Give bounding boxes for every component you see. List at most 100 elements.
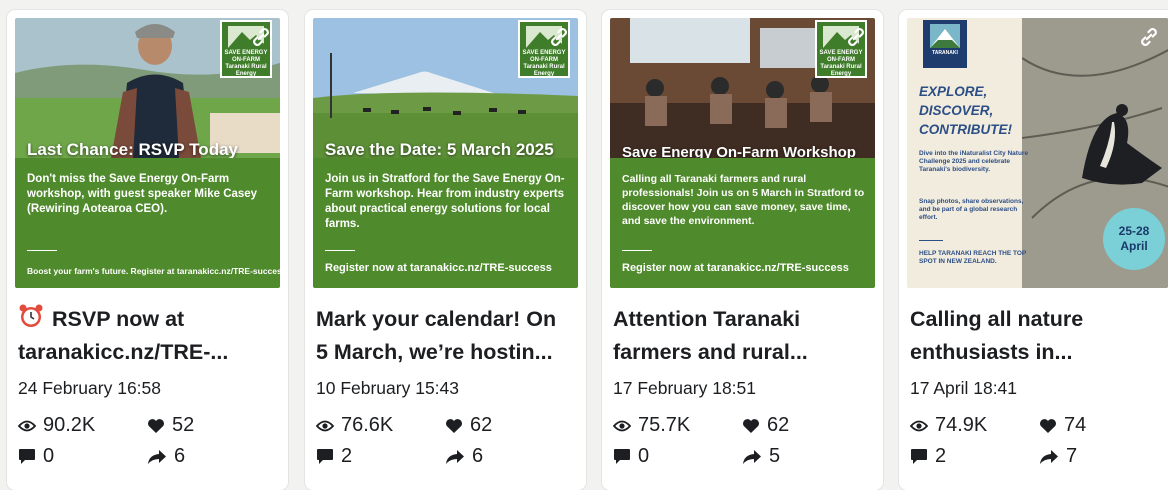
comments-stat: 2 — [316, 445, 352, 468]
shares-count: 7 — [1066, 445, 1078, 467]
poster-paragraph-2: Snap photos, share observations, and be … — [919, 198, 1024, 221]
shares-count: 5 — [769, 445, 781, 467]
views-count: 76.6K — [341, 414, 394, 436]
share-arrow-icon — [148, 449, 166, 464]
post-caption[interactable]: RSVP now at taranakicc.nz/TRE-... — [18, 303, 280, 369]
views-stat: 90.2K — [18, 414, 95, 437]
eye-icon — [18, 420, 36, 431]
badge-text: SAVE ENERGY ON-FARM — [819, 50, 863, 63]
thumbnail-headline: Last Chance: RSVP Today — [27, 140, 238, 159]
post-caption[interactable]: Attention Taranaki farmers and rural... — [613, 303, 875, 369]
link-icon[interactable] — [1136, 24, 1162, 50]
post-thumbnail[interactable]: SAVE ENERGY ON-FARM Taranaki Rural Energ… — [313, 18, 578, 288]
poster-footer: HELP TARANAKI REACH THE TOP SPOT IN NEW … — [919, 250, 1027, 265]
shares-stat: 7 — [1039, 445, 1077, 468]
shares-count: 6 — [174, 445, 186, 467]
post-card-2[interactable]: SAVE ENERGY ON-FARM Taranaki Rural Energ… — [305, 10, 586, 490]
heading-line-1: EXPLORE, — [919, 84, 988, 99]
caption-line-1: RSVP now at — [18, 303, 280, 336]
poster-heading: EXPLORE, DISCOVER, CONTRIBUTE! — [919, 82, 1012, 139]
badge-text: SAVE ENERGY ON-FARM — [522, 50, 566, 63]
badge-subtext: Taranaki Rural Energy — [225, 64, 267, 77]
link-icon[interactable] — [248, 24, 274, 50]
share-arrow-icon — [1040, 449, 1058, 464]
caption-line-1: Attention Taranaki — [613, 307, 801, 331]
heart-icon — [743, 418, 759, 433]
post-card-1[interactable]: SAVE ENERGY ON-FARM Taranaki Rural Energ… — [7, 10, 288, 490]
likes-count: 52 — [172, 414, 195, 436]
thumbnail-body: Don't miss the Save Energy On-Farm works… — [27, 173, 258, 215]
caption-line-2: 5 March, we’re hostin... — [316, 340, 553, 364]
likes-count: 74 — [1064, 414, 1087, 436]
likes-count: 62 — [470, 414, 493, 436]
views-count: 74.9K — [935, 414, 988, 436]
comments-stat: 2 — [910, 445, 946, 468]
badge-subtext: Taranaki Rural Energy — [820, 64, 862, 77]
comment-icon — [614, 449, 630, 464]
views-count: 75.7K — [638, 414, 691, 436]
shares-count: 6 — [472, 445, 484, 467]
thumbnail-headline: Save the Date: 5 March 2025 — [325, 140, 554, 159]
badge-text: TARANAKI — [932, 50, 958, 56]
heart-icon — [1040, 418, 1056, 433]
post-thumbnail[interactable]: SAVE ENERGY ON-FARM Taranaki Rural Energ… — [15, 18, 280, 288]
likes-stat: 52 — [147, 414, 194, 437]
views-count: 90.2K — [43, 414, 96, 436]
thumbnail-footer: Register now at taranakicc.nz/TRE-succes… — [622, 262, 849, 274]
post-caption[interactable]: Calling all nature enthusiasts in... — [910, 303, 1168, 369]
date-range: 25-28 — [1118, 224, 1150, 238]
post-card-3[interactable]: SAVE ENERGY ON-FARM Taranaki Rural Energ… — [602, 10, 883, 490]
eye-icon — [613, 420, 631, 431]
link-icon[interactable] — [843, 24, 869, 50]
heading-line-3: CONTRIBUTE! — [919, 122, 1012, 137]
thumbnail-footer: Register now at taranakicc.nz/TRE-succes… — [325, 262, 552, 274]
comments-count: 0 — [43, 445, 55, 467]
divider — [919, 240, 943, 241]
eye-icon — [316, 420, 334, 431]
caption-line-2: enthusiasts in... — [910, 340, 1073, 364]
mountain-logo-icon — [930, 24, 960, 48]
eye-icon — [910, 420, 928, 431]
shares-stat: 6 — [147, 445, 185, 468]
thumbnail-body: Join us in Stratford for the Save Energy… — [325, 173, 565, 230]
post-date: 17 April 18:41 — [910, 378, 1018, 398]
post-date: 10 February 15:43 — [316, 378, 460, 398]
alarm-clock-icon — [19, 304, 43, 327]
views-stat: 74.9K — [910, 414, 987, 437]
link-icon[interactable] — [546, 24, 572, 50]
comment-icon — [19, 449, 35, 464]
comment-icon — [911, 449, 927, 464]
divider — [27, 250, 57, 251]
comments-count: 2 — [341, 445, 353, 467]
thumbnail-footer: Boost your farm's future. Register at ta… — [27, 266, 280, 276]
comment-icon — [317, 449, 333, 464]
views-stat: 75.7K — [613, 414, 690, 437]
caption-line-2: taranakicc.nz/TRE-... — [18, 340, 229, 364]
post-date: 24 February 16:58 — [18, 378, 162, 398]
comments-count: 0 — [638, 445, 650, 467]
comments-count: 2 — [935, 445, 947, 467]
shares-stat: 6 — [445, 445, 483, 468]
post-thumbnail[interactable]: SAVE ENERGY ON-FARM Taranaki Rural Energ… — [610, 18, 875, 288]
post-thumbnail[interactable]: TARANAKI EXPLORE, DISCOVER, CONTRIBUTE! … — [907, 18, 1168, 288]
views-stat: 76.6K — [316, 414, 393, 437]
likes-stat: 74 — [1039, 414, 1086, 437]
post-card-4[interactable]: TARANAKI EXPLORE, DISCOVER, CONTRIBUTE! … — [899, 10, 1168, 490]
share-arrow-icon — [743, 449, 761, 464]
thumbnail-body: Calling all Taranaki farmers and rural p… — [622, 173, 865, 227]
event-date-badge: 25-28 April — [1103, 208, 1165, 270]
likes-stat: 62 — [445, 414, 492, 437]
comments-stat: 0 — [613, 445, 649, 468]
likes-count: 62 — [767, 414, 790, 436]
shares-stat: 5 — [742, 445, 780, 468]
likes-stat: 62 — [742, 414, 789, 437]
caption-line-1: Calling all nature — [910, 307, 1084, 331]
heart-icon — [148, 418, 164, 433]
taranaki-logo: TARANAKI — [923, 20, 967, 68]
comments-stat: 0 — [18, 445, 54, 468]
caption-text-1: RSVP now at — [52, 307, 185, 331]
post-caption[interactable]: Mark your calendar! On 5 March, we’re ho… — [316, 303, 578, 369]
post-date: 17 February 18:51 — [613, 378, 757, 398]
poster-paragraph-1: Dive into the iNaturalist City Nature Ch… — [919, 150, 1029, 173]
badge-subtext: Taranaki Rural Energy — [523, 64, 565, 77]
